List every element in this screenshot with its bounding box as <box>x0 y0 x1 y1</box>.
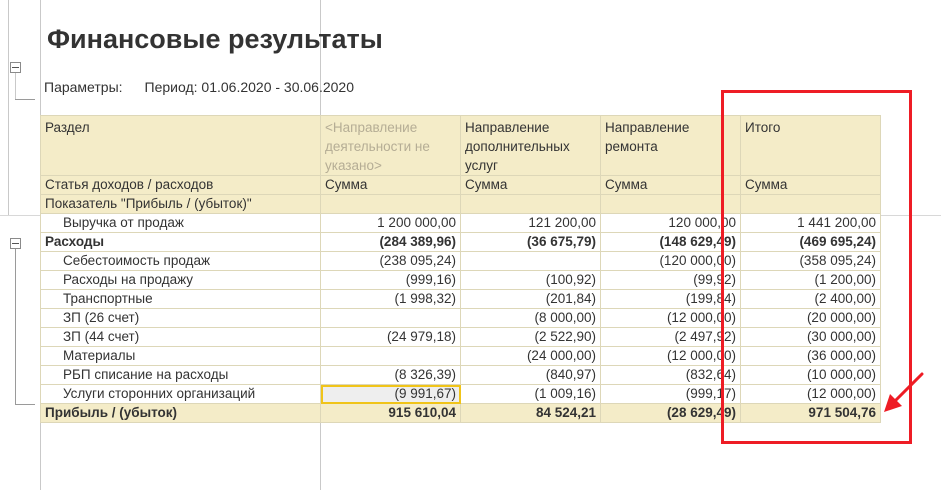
row-label[interactable]: Себестоимость продаж <box>40 251 321 271</box>
value-cell[interactable]: (201,84) <box>460 289 601 309</box>
row-label[interactable]: Расходы <box>40 232 321 252</box>
value-cell[interactable]: (28 629,49) <box>600 403 741 423</box>
group-bracket-line <box>15 99 35 100</box>
article-header: Статья доходов / расходов <box>40 175 321 195</box>
sum-header: Сумма <box>320 175 461 195</box>
direction-header: Направление ремонта <box>600 115 741 176</box>
value-cell[interactable]: (148 629,49) <box>600 232 741 252</box>
group-bracket-line <box>15 73 16 99</box>
value-cell[interactable]: 84 524,21 <box>460 403 601 423</box>
value-cell[interactable]: (1 998,32) <box>320 289 461 309</box>
row-label[interactable]: Транспортные <box>40 289 321 309</box>
row-label[interactable]: РБП списание на расходы <box>40 365 321 385</box>
selected-value-cell[interactable]: (9 991,67) <box>320 384 461 404</box>
value-cell[interactable]: (99,92) <box>600 270 741 290</box>
value-cell[interactable]: (284 389,96) <box>320 232 461 252</box>
period-value: Период: 01.06.2020 - 30.06.2020 <box>144 79 354 95</box>
value-cell[interactable]: 120 000,00 <box>600 213 741 233</box>
value-cell[interactable]: (8 326,39) <box>320 365 461 385</box>
indicator-header: Показатель "Прибыль / (убыток)" <box>40 194 321 214</box>
sum-header: Сумма <box>460 175 601 195</box>
parameters-label: Параметры: <box>44 79 123 95</box>
value-cell[interactable]: (238 095,24) <box>320 251 461 271</box>
row-label[interactable]: ЗП (44 счет) <box>40 327 321 347</box>
value-cell[interactable]: (840,97) <box>460 365 601 385</box>
collapse-group-icon[interactable] <box>10 62 21 73</box>
value-cell[interactable]: (2 497,92) <box>600 327 741 347</box>
value-cell[interactable] <box>460 251 601 271</box>
outline-gutter-line <box>8 0 9 215</box>
direction-header: Направление дополнительных услуг <box>460 115 601 176</box>
group-bracket-line <box>15 249 16 404</box>
value-cell[interactable]: (999,16) <box>320 270 461 290</box>
value-cell[interactable] <box>320 346 461 366</box>
value-cell[interactable]: (199,84) <box>600 289 741 309</box>
value-cell[interactable]: (24 000,00) <box>460 346 601 366</box>
value-cell[interactable]: 915 610,04 <box>320 403 461 423</box>
annotation-arrow-icon <box>884 372 924 412</box>
row-label[interactable]: Прибыль / (убыток) <box>40 403 321 423</box>
value-cell[interactable] <box>320 308 461 328</box>
value-cell[interactable]: (832,64) <box>600 365 741 385</box>
group-bracket-line <box>15 404 35 405</box>
value-cell[interactable]: (8 000,00) <box>460 308 601 328</box>
collapse-group-icon[interactable] <box>10 238 21 249</box>
value-cell[interactable]: (999,17) <box>600 384 741 404</box>
section-header: Раздел <box>40 115 321 176</box>
value-cell[interactable]: (1 009,16) <box>460 384 601 404</box>
value-cell[interactable]: (12 000,00) <box>600 308 741 328</box>
report-title: Финансовые результаты <box>47 24 383 54</box>
row-label[interactable]: Услуги сторонних организаций <box>40 384 321 404</box>
value-cell[interactable]: (24 979,18) <box>320 327 461 347</box>
report-parameters: Параметры: Период: 01.06.2020 - 30.06.202… <box>44 79 354 95</box>
row-label[interactable]: Материалы <box>40 346 321 366</box>
value-cell[interactable]: (120 000,00) <box>600 251 741 271</box>
value-cell[interactable]: 1 200 000,00 <box>320 213 461 233</box>
value-cell[interactable]: (100,92) <box>460 270 601 290</box>
sum-header: Сумма <box>600 175 741 195</box>
row-label[interactable]: Расходы на продажу <box>40 270 321 290</box>
value-cell[interactable]: (36 675,79) <box>460 232 601 252</box>
direction-header: <Направление деятельности не указано> <box>320 115 461 176</box>
row-label[interactable]: ЗП (26 счет) <box>40 308 321 328</box>
row-label[interactable]: Выручка от продаж <box>40 213 321 233</box>
value-cell[interactable]: 121 200,00 <box>460 213 601 233</box>
value-cell[interactable]: (2 522,90) <box>460 327 601 347</box>
value-cell[interactable]: (12 000,00) <box>600 346 741 366</box>
